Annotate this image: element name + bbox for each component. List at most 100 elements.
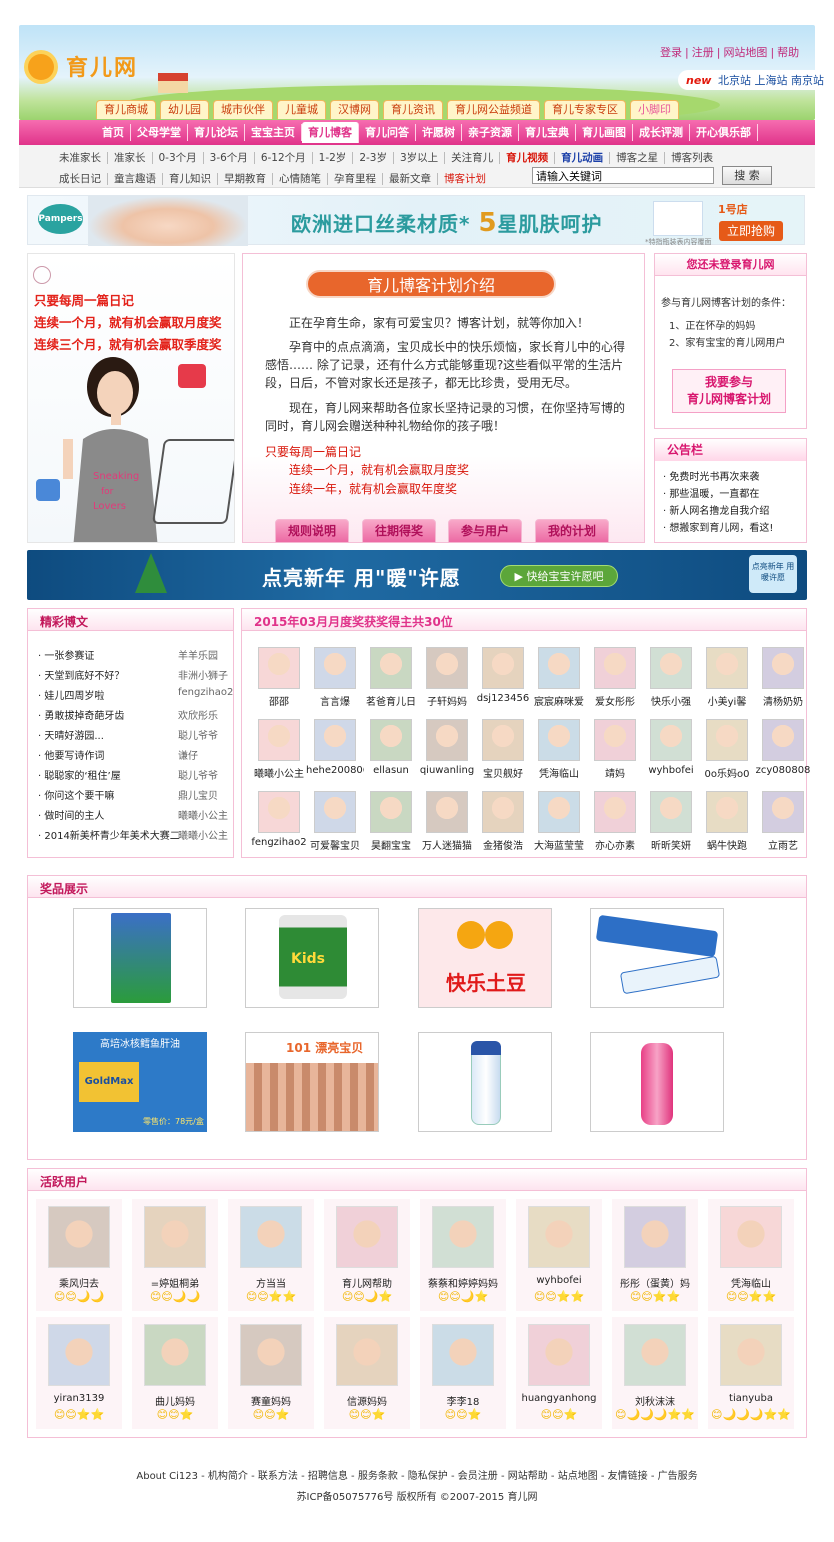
winner-name[interactable]: hehe200806 [306, 765, 364, 776]
subnav-item[interactable]: 未准家长 [53, 152, 108, 164]
winner-name[interactable]: 蜗牛快跑 [698, 837, 756, 852]
winner-name[interactable]: 曦曦小公主 [250, 765, 308, 780]
subnav-item[interactable]: 3-6个月 [203, 152, 255, 164]
active-user-card[interactable]: 彤彤（蛋黄）妈 😊😊⭐⭐ [612, 1199, 698, 1311]
subnav-item[interactable]: 6-12个月 [254, 152, 313, 164]
winner-name[interactable]: 邵邵 [250, 693, 308, 708]
active-user-card[interactable]: huangyanhong 😊😊⭐ [516, 1317, 602, 1429]
winner-avatar[interactable] [762, 647, 804, 689]
tab-city[interactable]: 城市伙伴 [213, 100, 273, 119]
winner-name[interactable]: 子轩妈妈 [418, 693, 476, 708]
active-user-card[interactable]: 信源妈妈 😊😊⭐ [324, 1317, 410, 1429]
blog-author[interactable]: 非洲小狮子 [178, 667, 228, 682]
user-avatar[interactable] [528, 1206, 590, 1268]
subnav-item[interactable]: 成长日记 [53, 173, 108, 185]
subnav-item[interactable]: 早期教育 [218, 173, 273, 185]
user-name[interactable]: 赛童妈妈 [228, 1393, 314, 1408]
active-user-card[interactable]: wyhbofei 😊😊⭐⭐ [516, 1199, 602, 1311]
active-user-card[interactable]: 方当当 😊😊⭐⭐ [228, 1199, 314, 1311]
user-name[interactable]: 信源妈妈 [324, 1393, 410, 1408]
blog-author[interactable]: 欢欣彤乐 [178, 707, 218, 722]
prize-item[interactable]: 101 漂亮宝贝 [245, 1032, 379, 1132]
blog-list-item[interactable]: · 天晴好游园... 聪儿爷爷 [38, 727, 228, 747]
blog-title[interactable]: · 做时间的主人 [38, 807, 104, 822]
user-avatar[interactable] [144, 1206, 206, 1268]
winner-avatar[interactable] [258, 791, 300, 833]
winner-name[interactable]: 0o乐妈o0 [698, 765, 756, 780]
prize-item[interactable] [73, 908, 207, 1008]
participants-button[interactable]: 参与用户 [448, 519, 522, 543]
blog-author[interactable]: 谦仔 [178, 747, 198, 762]
active-user-card[interactable]: 乘风归去 😊😊🌙🌙 [36, 1199, 122, 1311]
winner-name[interactable]: zcy080808 [754, 765, 812, 776]
nav-baby-home[interactable]: 宝宝主页 [245, 124, 302, 141]
user-name[interactable]: 乘风归去 [36, 1275, 122, 1290]
winner-avatar[interactable] [370, 791, 412, 833]
user-avatar[interactable] [720, 1206, 782, 1268]
blog-author[interactable]: 鼎儿宝贝 [178, 787, 218, 802]
sitemap-link[interactable]: 网站地图 [723, 46, 767, 59]
winner-avatar[interactable] [314, 647, 356, 689]
blog-author[interactable]: 曦曦小公主 [178, 807, 228, 822]
winner-name[interactable]: 小美yi馨 [698, 693, 756, 708]
nav-drawing[interactable]: 育儿画图 [576, 124, 633, 141]
user-name[interactable]: wyhbofei [516, 1275, 602, 1286]
winner-name[interactable]: 昕昕笑妍 [642, 837, 700, 852]
user-name[interactable]: =婷姐桐弟 [132, 1275, 218, 1290]
subnav-item[interactable]: 准家长 [108, 152, 153, 164]
blog-list-item[interactable]: · 娃儿四周岁啦 fengzihao2 [38, 687, 233, 707]
site-nanjing[interactable]: 南京站 [791, 74, 824, 87]
blog-title[interactable]: · 他要写诗作词 [38, 747, 104, 762]
winner-avatar[interactable] [594, 719, 636, 761]
user-avatar[interactable] [528, 1324, 590, 1386]
blog-list-item[interactable]: · 做时间的主人 曦曦小公主 [38, 807, 228, 827]
subnav-item[interactable]: 1-2岁 [312, 152, 354, 164]
prize-item[interactable] [590, 1032, 724, 1132]
winner-avatar[interactable] [706, 719, 748, 761]
prize-item[interactable] [418, 1032, 552, 1132]
winner-avatar[interactable] [594, 647, 636, 689]
my-plan-button[interactable]: 我的计划 [535, 519, 609, 543]
winner-avatar[interactable] [426, 647, 468, 689]
active-user-card[interactable]: 刘秋沫沫 😊🌙🌙🌙⭐⭐ [612, 1317, 698, 1429]
tab-experts[interactable]: 育儿专家专区 [544, 100, 626, 119]
join-plan-button[interactable]: 我要参与 育儿网博客计划 [672, 369, 786, 413]
nav-guide[interactable]: 育儿宝典 [519, 124, 576, 141]
winner-avatar[interactable] [706, 647, 748, 689]
tab-footprint[interactable]: 小脚印 [630, 100, 679, 119]
user-name[interactable]: tianyuba [708, 1393, 794, 1404]
winner-avatar[interactable] [482, 719, 524, 761]
user-avatar[interactable] [144, 1324, 206, 1386]
active-user-card[interactable]: yiran3139 😊😊⭐⭐ [36, 1317, 122, 1429]
blog-list-item[interactable]: · 勇敢拔掉奇葩牙齿 欢欣彤乐 [38, 707, 228, 727]
search-input[interactable] [532, 167, 714, 184]
promo-image[interactable]: 只要每周一篇日记 连续一个月，就有机会赢取月度奖 连续三个月，就有机会赢取季度奖… [27, 253, 235, 543]
winner-avatar[interactable] [706, 791, 748, 833]
new-year-banner[interactable]: 点亮新年 用"暖"许愿 ▶ 快给宝宝许愿吧 点亮新年 用暖许愿 [27, 550, 807, 600]
active-user-card[interactable]: 李李18 😊😊⭐ [420, 1317, 506, 1429]
winner-avatar[interactable] [370, 719, 412, 761]
active-user-card[interactable]: =婷姐桐弟 😊😊🌙🌙 [132, 1199, 218, 1311]
user-avatar[interactable] [624, 1324, 686, 1386]
subnav-item[interactable]: 育儿知识 [163, 173, 218, 185]
winner-name[interactable]: 宝贝舰好 [474, 765, 532, 780]
tab-hanbo[interactable]: 汉博网 [330, 100, 379, 119]
help-link[interactable]: 帮助 [777, 46, 799, 59]
winner-name[interactable]: 凭海临山 [530, 765, 588, 780]
subnav-item[interactable]: 博客之星 [610, 152, 666, 164]
nav-wish-tree[interactable]: 许愿树 [416, 124, 462, 141]
blog-list-item[interactable]: · 2014新美杯青少年美术大赛二 曦曦小公主 [38, 827, 228, 847]
rules-button[interactable]: 规则说明 [275, 519, 349, 543]
notice-item[interactable]: · 那些温暖，一直都在 [663, 485, 759, 500]
site-shanghai[interactable]: 上海站 [754, 74, 787, 87]
user-avatar[interactable] [432, 1324, 494, 1386]
blog-title[interactable]: · 天堂到底好不好？ [38, 667, 124, 682]
user-avatar[interactable] [240, 1206, 302, 1268]
tab-kindergarten[interactable]: 幼儿园 [160, 100, 209, 119]
buy-now-button[interactable]: 立即抢购 [719, 221, 783, 241]
winner-avatar[interactable] [258, 719, 300, 761]
winner-avatar[interactable] [762, 719, 804, 761]
user-name[interactable]: 曲儿妈妈 [132, 1393, 218, 1408]
winner-name[interactable]: ellasun [362, 765, 420, 776]
winner-name[interactable]: 立雨艺 [754, 837, 812, 852]
